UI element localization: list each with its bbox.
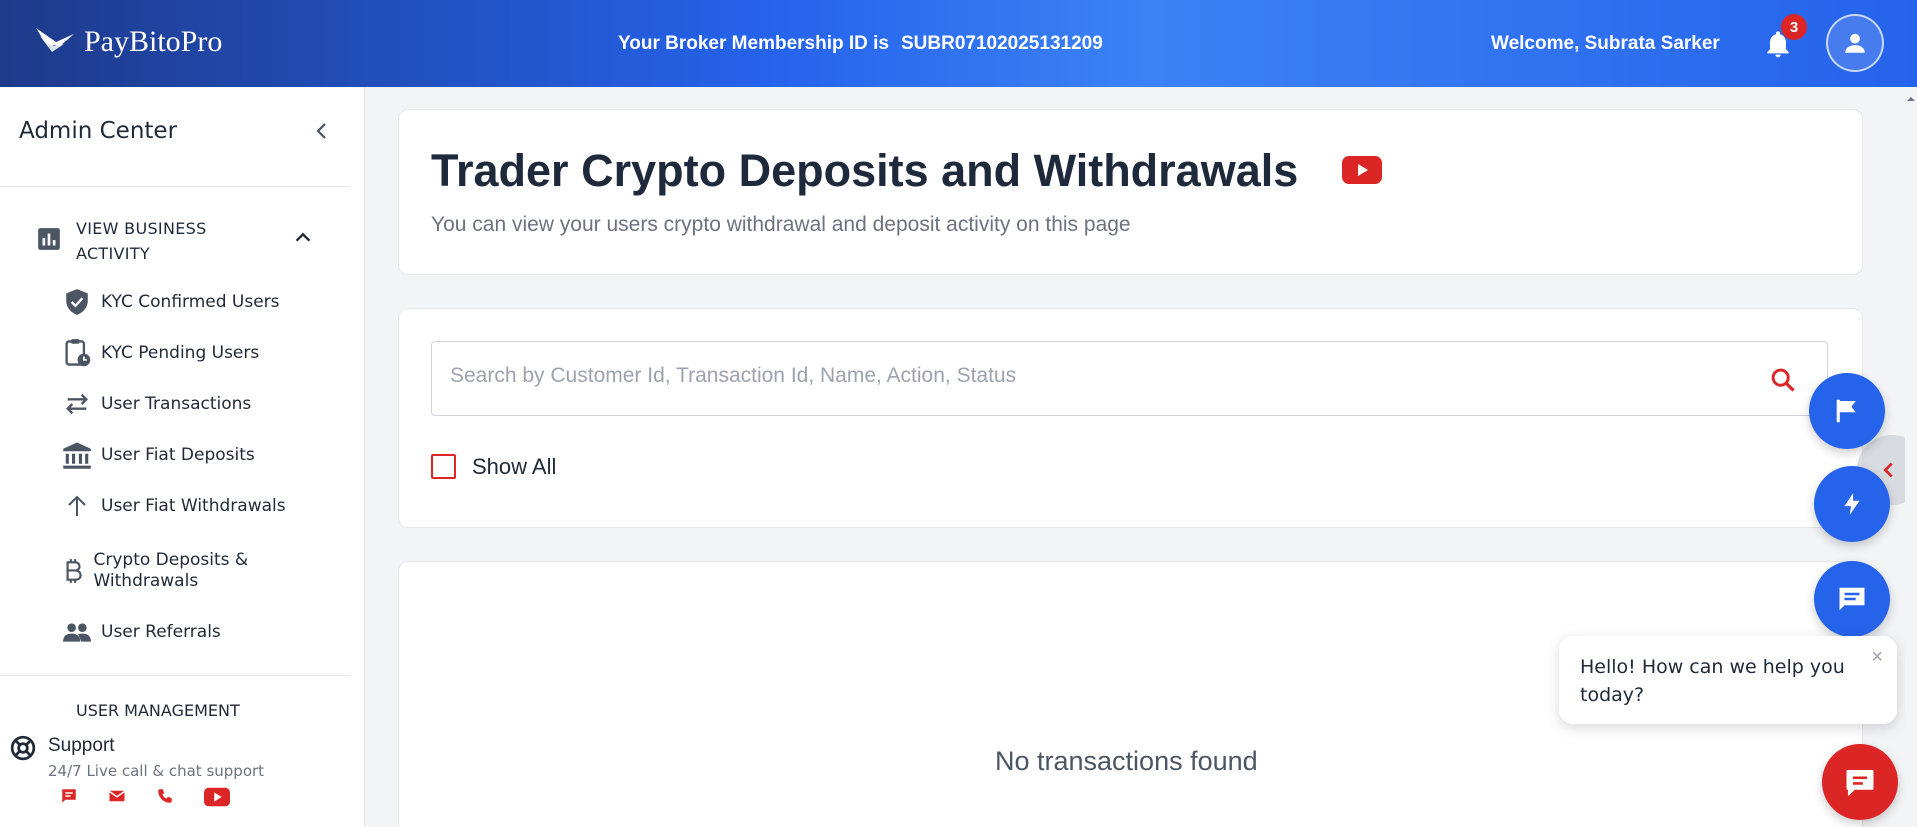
chevron-up-icon	[295, 232, 311, 242]
sidebar-item-label: User Fiat Withdrawals	[101, 495, 286, 516]
divider	[0, 186, 350, 187]
bank-icon	[62, 440, 92, 470]
bar-chart-icon	[38, 228, 60, 250]
membership-label: Your Broker Membership ID is	[618, 33, 889, 54]
sidebar-item-user-referrals[interactable]: User Referrals	[62, 617, 221, 647]
support-subtitle: 24/7 Live call & chat support	[48, 762, 265, 780]
user-avatar[interactable]	[1826, 14, 1884, 72]
sidebar-item-label: User Fiat Deposits	[101, 444, 255, 465]
sidebar-item-fiat-deposits[interactable]: User Fiat Deposits	[62, 440, 255, 470]
flag-icon	[1836, 399, 1856, 423]
top-header: PayBitoPro Your Broker Membership ID is S…	[0, 0, 1917, 87]
brand-name: PayBitoPro	[84, 25, 223, 58]
brand-logo[interactable]: PayBitoPro	[34, 24, 222, 60]
sidebar: Admin Center VIEW BUSINESS ACTIVITY KYC …	[0, 87, 365, 827]
search-icon[interactable]	[1769, 366, 1797, 394]
sidebar-item-label: User Transactions	[101, 393, 252, 414]
section-user-management[interactable]: USER MANAGEMENT	[36, 703, 326, 717]
youtube-icon[interactable]	[204, 787, 230, 807]
main-scrollbar[interactable]	[1905, 87, 1917, 827]
page-subtitle: You can view your users crypto withdrawa…	[431, 213, 1131, 236]
page-title: Trader Crypto Deposits and Withdrawals	[431, 145, 1299, 196]
lightning-icon	[1844, 493, 1860, 515]
sidebar-item-fiat-withdrawals[interactable]: User Fiat Withdrawals	[62, 491, 286, 521]
membership-info: Your Broker Membership ID is SUBR07102025…	[618, 33, 1103, 55]
show-all-checkbox[interactable]	[431, 454, 456, 479]
search-box	[431, 341, 1828, 416]
membership-id: SUBR07102025131209	[901, 33, 1103, 54]
section-label: USER MANAGEMENT	[76, 703, 240, 717]
search-input[interactable]	[450, 364, 1750, 388]
chat-greeting-popup[interactable]: Hello! How can we help you today? ×	[1559, 636, 1897, 724]
section-label: VIEW BUSINESS ACTIVITY	[76, 219, 207, 263]
chevron-left-icon	[1883, 462, 1893, 478]
notification-badge: 3	[1781, 14, 1807, 40]
quick-action-button[interactable]	[1814, 466, 1890, 542]
sidebar-item-label: User Referrals	[101, 621, 221, 642]
chat-greeting-text: Hello! How can we help you today?	[1580, 656, 1845, 706]
chat-launcher-button[interactable]	[1822, 744, 1898, 820]
sidebar-item-kyc-pending[interactable]: KYC Pending Users	[62, 338, 259, 368]
welcome-text: Welcome, Subrata Sarker	[1491, 33, 1720, 54]
flag-button[interactable]	[1809, 373, 1885, 449]
sidebar-title: Admin Center	[19, 118, 178, 144]
sidebar-item-kyc-confirmed[interactable]: KYC Confirmed Users	[62, 287, 280, 317]
email-icon[interactable]	[108, 787, 126, 805]
clipboard-clock-icon	[62, 338, 92, 368]
bird-logo-icon	[36, 28, 74, 52]
sidebar-item-label: KYC Pending Users	[101, 342, 260, 363]
swap-arrows-icon	[62, 389, 92, 419]
sidebar-item-user-transactions[interactable]: User Transactions	[62, 389, 251, 419]
support-panel: Support 24/7 Live call & chat support	[0, 727, 350, 827]
phone-icon[interactable]	[156, 787, 174, 805]
message-button[interactable]	[1814, 561, 1890, 637]
people-icon	[62, 617, 92, 647]
divider	[0, 675, 350, 676]
person-icon	[1845, 33, 1865, 53]
message-icon	[1839, 587, 1865, 611]
sidebar-item-crypto-deposits-withdrawals[interactable]: Crypto Deposits & Withdrawals	[62, 550, 292, 592]
sidebar-item-label: Crypto Deposits & Withdrawals	[93, 550, 249, 591]
chat-icon[interactable]	[60, 787, 78, 805]
bitcoin-icon	[62, 556, 84, 586]
lifebuoy-icon	[10, 735, 36, 761]
support-links	[60, 787, 230, 807]
chevron-left-icon[interactable]	[310, 119, 334, 143]
scroll-up-icon[interactable]	[1905, 93, 1917, 105]
shield-check-icon	[62, 287, 92, 317]
youtube-icon[interactable]	[1342, 156, 1382, 184]
section-view-business-activity[interactable]: VIEW BUSINESS ACTIVITY	[36, 216, 326, 266]
sidebar-item-label: KYC Confirmed Users	[101, 291, 280, 312]
arrow-up-icon	[62, 491, 92, 521]
support-title: Support	[48, 735, 115, 756]
chat-bubble-icon	[1846, 769, 1874, 796]
close-icon[interactable]: ×	[1871, 646, 1883, 669]
empty-message: No transactions found	[995, 746, 1258, 776]
show-all-label: Show All	[472, 454, 557, 479]
